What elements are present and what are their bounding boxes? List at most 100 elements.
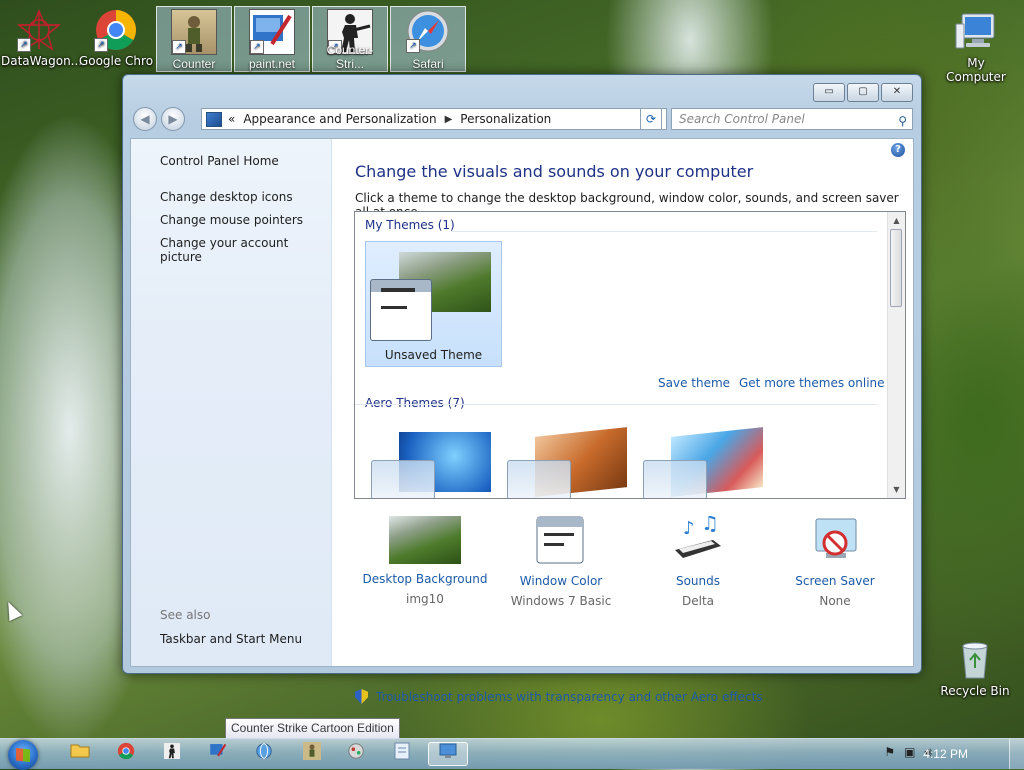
action-center-flag-icon[interactable]: ⚑ bbox=[884, 745, 895, 760]
desktop-icon-recycle-bin[interactable]: Recycle Bin bbox=[937, 638, 1013, 698]
troubleshoot-label[interactable]: Troubleshoot problems with transparency … bbox=[376, 690, 763, 704]
aero-themes-heading: Aero Themes (7) bbox=[365, 396, 465, 410]
window-color-icon bbox=[525, 516, 597, 566]
help-icon[interactable]: ? bbox=[891, 143, 905, 157]
desktop-background-icon bbox=[389, 516, 461, 564]
datawagon-icon: ↗ bbox=[16, 8, 62, 52]
scroll-down-icon[interactable]: ▼ bbox=[888, 481, 905, 498]
my-themes-heading: My Themes (1) bbox=[365, 218, 455, 232]
minimize-button[interactable]: ▭ bbox=[813, 83, 845, 102]
desktop-icon-my-computer[interactable]: My Computer bbox=[938, 10, 1014, 84]
sounds-label[interactable]: Sounds bbox=[628, 574, 768, 588]
sounds-option[interactable]: ♪ ♫ Sounds Delta bbox=[628, 511, 768, 608]
sounds-value: Delta bbox=[681, 594, 714, 608]
get-more-themes-link[interactable]: Get more themes online bbox=[739, 376, 885, 390]
theme-window-preview bbox=[643, 460, 707, 498]
desktop-background-option[interactable]: Desktop Background img10 bbox=[355, 516, 495, 606]
desktop-icon-google-chrome[interactable]: ↗ Google Chro bbox=[78, 8, 154, 68]
screen-saver-option[interactable]: Screen Saver None bbox=[765, 516, 905, 608]
theme-characters-tile[interactable] bbox=[637, 427, 769, 498]
breadcrumb-separator-icon[interactable]: ▶ bbox=[445, 114, 453, 125]
control-panel-home-link[interactable]: Control Panel Home bbox=[160, 154, 279, 168]
theme-window-preview bbox=[371, 460, 435, 498]
breadcrumb-prefix[interactable]: « bbox=[228, 112, 235, 126]
theme-list-scrollbar[interactable]: ▲ ▼ bbox=[887, 212, 905, 498]
safari-icon: ↗ bbox=[406, 9, 450, 53]
show-desktop-button[interactable] bbox=[1009, 739, 1024, 769]
theme-list[interactable]: My Themes (1) Unsaved Theme Save theme G… bbox=[354, 211, 906, 499]
scrollbar-thumb[interactable] bbox=[890, 229, 902, 307]
desktop-icon-label: Recycle Bin bbox=[940, 684, 1010, 698]
taskbar-paint-net-icon[interactable] bbox=[198, 742, 238, 766]
maximize-button[interactable]: ▢ bbox=[847, 83, 879, 102]
unsaved-theme-label: Unsaved Theme bbox=[384, 348, 483, 362]
svg-text:♫: ♫ bbox=[701, 516, 719, 535]
desktop-icon-counter[interactable]: ↗ Counter bbox=[156, 6, 232, 72]
shortcut-arrow-icon: ↗ bbox=[250, 40, 264, 54]
theme-window-preview bbox=[370, 279, 432, 341]
screen-saver-icon bbox=[799, 516, 871, 566]
breadcrumb-appearance[interactable]: Appearance and Personalization bbox=[243, 112, 436, 126]
forward-button[interactable]: ▶ bbox=[161, 107, 185, 131]
refresh-icon[interactable]: ⟳ bbox=[640, 108, 662, 130]
desktop-icon-label: paint.net bbox=[248, 57, 296, 71]
desktop-icon-label: Counter bbox=[172, 57, 216, 71]
theme-architecture-tile[interactable] bbox=[501, 427, 633, 498]
network-icon[interactable]: ▣ bbox=[904, 745, 915, 760]
unsaved-theme-tile[interactable]: Unsaved Theme bbox=[365, 241, 502, 367]
change-desktop-icons-link[interactable]: Change desktop icons bbox=[160, 190, 293, 204]
shortcut-arrow-icon: ↗ bbox=[94, 38, 108, 52]
desktop-background-label[interactable]: Desktop Background bbox=[355, 572, 495, 586]
desktop-icon-counter-strike[interactable]: ↗ Counter-Stri... bbox=[312, 6, 388, 72]
recycle-bin-icon bbox=[953, 638, 997, 682]
search-placeholder: Search Control Panel bbox=[679, 112, 805, 126]
troubleshoot-link[interactable]: Troubleshoot problems with transparency … bbox=[355, 689, 763, 704]
shortcut-arrow-icon: ↗ bbox=[172, 40, 186, 54]
breadcrumb-personalization[interactable]: Personalization bbox=[460, 112, 551, 126]
window-color-label[interactable]: Window Color bbox=[491, 574, 631, 588]
shortcut-arrow-icon: ↗ bbox=[406, 39, 420, 53]
window-color-option[interactable]: Window Color Windows 7 Basic bbox=[491, 516, 631, 608]
navigation-bar: ◀ ▶ « Appearance and Personalization ▶ P… bbox=[131, 107, 913, 133]
taskbar-explorer-icon[interactable] bbox=[60, 742, 100, 766]
change-account-picture-link[interactable]: Change your account picture bbox=[160, 236, 331, 264]
taskbar-counter-strike-icon[interactable] bbox=[152, 742, 192, 766]
content-area: Control Panel Home Change desktop icons … bbox=[130, 138, 914, 704]
taskbar-notepad-icon[interactable] bbox=[382, 742, 422, 766]
page-title: Change the visuals and sounds on your co… bbox=[355, 162, 754, 181]
taskbar-counter-cartoon-icon[interactable] bbox=[292, 742, 332, 766]
window-controls: ▭ ▢ ✕ bbox=[813, 83, 913, 102]
taskbar-chrome-icon[interactable] bbox=[106, 742, 146, 766]
theme-windows7-tile[interactable] bbox=[365, 430, 497, 498]
back-button[interactable]: ◀ bbox=[133, 107, 157, 131]
taskbar-globe-icon[interactable] bbox=[244, 742, 284, 766]
desktop-icon-datawagon[interactable]: ↗ DataWagon... bbox=[1, 8, 83, 68]
screen-saver-label[interactable]: Screen Saver bbox=[765, 574, 905, 588]
desktop-icon-safari[interactable]: ↗ Safari bbox=[390, 6, 466, 72]
desktop-icon-label: Safari bbox=[412, 57, 444, 71]
desktop-icon-label: Counter-Stri... bbox=[326, 43, 374, 71]
uac-shield-icon bbox=[355, 689, 368, 704]
start-button[interactable] bbox=[8, 740, 38, 770]
search-icon[interactable]: ⚲ bbox=[898, 111, 907, 131]
close-button[interactable]: ✕ bbox=[881, 83, 913, 102]
save-theme-link[interactable]: Save theme bbox=[658, 376, 730, 390]
computer-icon bbox=[954, 10, 998, 54]
desktop-icon-paint-net[interactable]: ↗ paint.net bbox=[234, 6, 310, 72]
taskbar-tooltip: Counter Strike Cartoon Edition bbox=[225, 718, 400, 740]
clock[interactable]: 4:12 PM bbox=[923, 747, 968, 761]
desktop-icon-label: Google Chro bbox=[78, 54, 154, 68]
taskbar-game-icon[interactable] bbox=[336, 742, 376, 766]
address-bar[interactable]: « Appearance and Personalization ▶ Perso… bbox=[201, 108, 667, 130]
taskbar-control-panel-icon[interactable] bbox=[428, 742, 468, 766]
taskbar-start-menu-link[interactable]: Taskbar and Start Menu bbox=[160, 632, 302, 646]
desktop-icon-label: DataWagon... bbox=[1, 54, 83, 68]
sounds-icon: ♪ ♫ bbox=[662, 511, 734, 566]
desktop-background-value: img10 bbox=[406, 592, 444, 606]
see-also-heading: See also bbox=[160, 608, 211, 622]
scroll-up-icon[interactable]: ▲ bbox=[888, 212, 905, 229]
change-mouse-pointers-link[interactable]: Change mouse pointers bbox=[160, 213, 303, 227]
search-input[interactable]: Search Control Panel ⚲ bbox=[671, 108, 913, 130]
chrome-icon: ↗ bbox=[94, 8, 138, 52]
window-color-value: Windows 7 Basic bbox=[510, 594, 612, 608]
